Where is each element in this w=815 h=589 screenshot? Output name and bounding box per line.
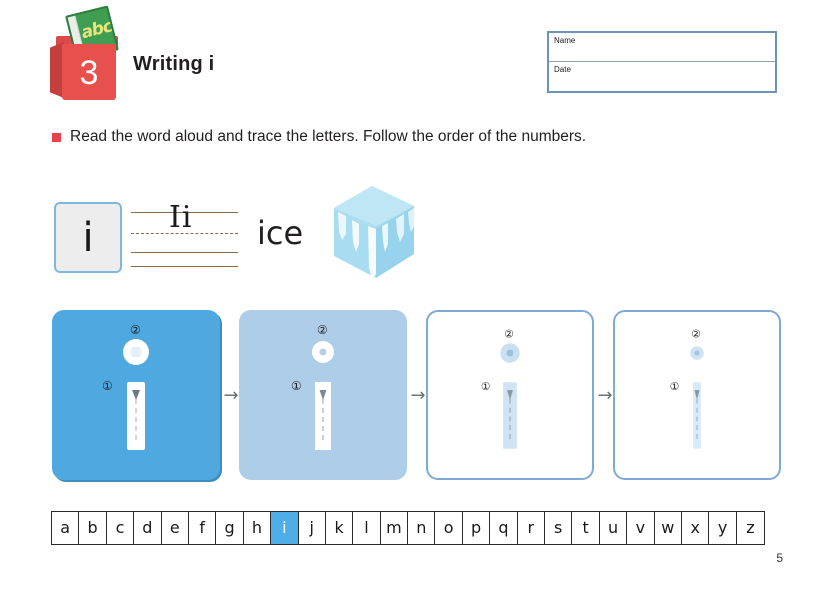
alphabet-cell-f[interactable]: f — [189, 512, 217, 544]
page-number: 5 — [776, 551, 783, 565]
alphabet-cell-c[interactable]: c — [107, 512, 135, 544]
ice-cube-illustration — [328, 182, 420, 282]
alphabet-cell-r[interactable]: r — [518, 512, 546, 544]
alphabet-cell-n[interactable]: n — [408, 512, 436, 544]
alphabet-cell-s[interactable]: s — [545, 512, 573, 544]
date-field-row[interactable]: Date — [549, 62, 775, 91]
badge-box-front-face: 3 — [62, 44, 116, 100]
alphabet-cell-a[interactable]: a — [52, 512, 80, 544]
stroke-marker-2: ② — [317, 323, 328, 337]
rule-line-baseline — [131, 252, 238, 253]
practice-panel-3[interactable]: ① ② — [426, 310, 594, 480]
letter-card: i — [54, 202, 122, 273]
arrow-icon-2: → — [410, 385, 426, 406]
instruction-row: Read the word aloud and trace the letter… — [52, 128, 586, 146]
practice-panel-2[interactable]: ① ② — [239, 310, 407, 480]
ruled-line-guide: Ii — [131, 203, 238, 268]
bullet-square-icon — [52, 132, 61, 142]
practice-panel-row: ① ② → ① ② → ① ② → ① ② — [52, 310, 781, 480]
arrow-icon-3: → — [597, 385, 613, 406]
ruled-letters: Ii — [169, 200, 193, 235]
lesson-badge: abc 3 — [48, 5, 130, 102]
alphabet-cell-p[interactable]: p — [463, 512, 491, 544]
lesson-number: 3 — [79, 54, 99, 92]
stroke-marker-1: ① — [481, 380, 491, 393]
stroke-marker-1: ① — [670, 380, 680, 393]
practice-panel-4[interactable]: ① ② — [613, 310, 781, 480]
stroke-marker-1: ① — [102, 379, 113, 393]
instruction-text: Read the word aloud and trace the letter… — [70, 128, 587, 145]
stroke-marker-2: ② — [130, 323, 141, 337]
alphabet-cell-q[interactable]: q — [490, 512, 518, 544]
word-label: ice — [257, 214, 304, 252]
alphabet-cell-b[interactable]: b — [79, 512, 107, 544]
alphabet-cell-y[interactable]: y — [709, 512, 737, 544]
alphabet-cell-x[interactable]: x — [682, 512, 710, 544]
page-title: Writing i — [133, 53, 215, 75]
alphabet-cell-i[interactable]: i — [271, 512, 299, 544]
alphabet-cell-m[interactable]: m — [381, 512, 409, 544]
alphabet-cell-e[interactable]: e — [162, 512, 189, 544]
alphabet-cell-k[interactable]: k — [326, 512, 354, 544]
alphabet-cell-v[interactable]: v — [627, 512, 655, 544]
alphabet-strip: abcdefghijklmnopqrstuvwxyz — [51, 511, 766, 545]
name-field-row[interactable]: Name — [549, 33, 775, 62]
stroke-marker-2: ② — [691, 327, 701, 340]
book-abc-text: abc — [79, 16, 115, 44]
alphabet-cell-h[interactable]: h — [244, 512, 272, 544]
name-label: Name — [554, 36, 576, 45]
rule-line-descender — [131, 266, 238, 267]
stroke-marker-2: ② — [504, 327, 514, 340]
arrow-icon-1: → — [223, 385, 239, 406]
alphabet-cell-z[interactable]: z — [737, 512, 764, 544]
alphabet-cell-g[interactable]: g — [216, 512, 244, 544]
stroke-marker-1: ① — [291, 379, 302, 393]
alphabet-cell-u[interactable]: u — [600, 512, 628, 544]
alphabet-cell-o[interactable]: o — [435, 512, 463, 544]
name-date-box: Name Date — [547, 31, 777, 93]
letter-card-glyph: i — [82, 214, 94, 261]
alphabet-cell-t[interactable]: t — [572, 512, 600, 544]
alphabet-cell-l[interactable]: l — [353, 512, 381, 544]
alphabet-cell-j[interactable]: j — [299, 512, 326, 544]
alphabet-cell-d[interactable]: d — [134, 512, 162, 544]
alphabet-cell-w[interactable]: w — [655, 512, 682, 544]
date-label: Date — [554, 65, 571, 74]
practice-panel-1[interactable]: ① ② — [52, 310, 220, 480]
